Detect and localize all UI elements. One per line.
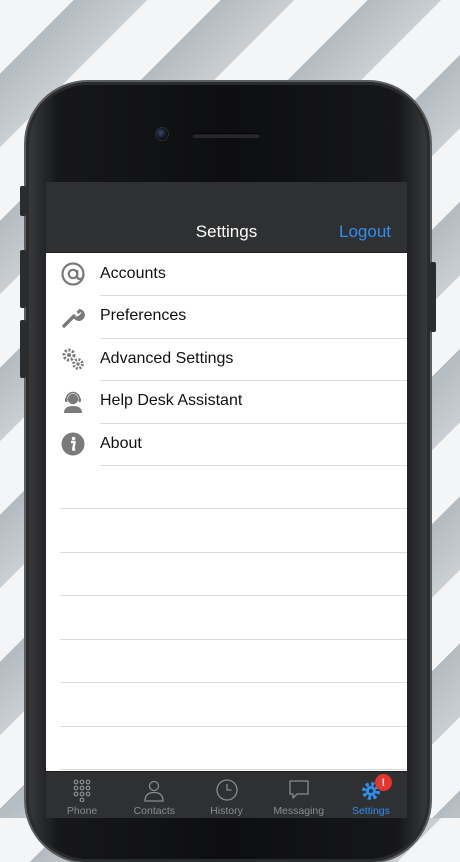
- menu-item-label: Preferences: [100, 295, 407, 339]
- notification-badge: !: [374, 774, 392, 791]
- tab-label: Contacts: [133, 805, 176, 817]
- settings-list: Accounts Preferences Advanced Settings H…: [46, 253, 407, 770]
- tab-phone[interactable]: Phone: [46, 772, 118, 818]
- tab-contacts[interactable]: Contacts: [118, 772, 190, 818]
- tab-label: History: [210, 805, 243, 817]
- mute-switch: [20, 186, 26, 216]
- volume-down-button: [20, 320, 26, 378]
- empty-list-row: [60, 553, 407, 596]
- volume-up-button: [20, 250, 26, 308]
- menu-item-help-desk-assistant[interactable]: Help Desk Assistant: [46, 381, 407, 424]
- empty-list-row: [60, 727, 407, 770]
- earpiece-speaker: [192, 133, 260, 138]
- menu-item-label: Accounts: [100, 253, 407, 296]
- menu-item-accounts[interactable]: Accounts: [46, 253, 407, 296]
- logout-button[interactable]: Logout: [339, 222, 391, 242]
- menu-item-label: About: [100, 423, 407, 466]
- front-camera: [156, 128, 168, 140]
- menu-item-advanced-settings[interactable]: Advanced Settings: [46, 338, 407, 381]
- clock-icon: [215, 779, 238, 801]
- contact-icon: [144, 780, 164, 802]
- info-icon: [60, 431, 86, 457]
- chat-bubble-icon: [289, 780, 309, 799]
- empty-list-row: [60, 640, 407, 683]
- navigation-bar: Settings Logout: [46, 182, 407, 253]
- menu-item-label: Advanced Settings: [100, 338, 407, 381]
- empty-list-row: [60, 466, 407, 509]
- menu-item-preferences[interactable]: Preferences: [46, 296, 407, 339]
- empty-list-row: [60, 596, 407, 640]
- wrench-icon: [60, 304, 86, 330]
- empty-list-row: [60, 509, 407, 553]
- tab-settings[interactable]: ! Settings: [335, 772, 407, 818]
- empty-list-row: [60, 683, 407, 727]
- tab-history[interactable]: History: [190, 772, 262, 818]
- tab-label: Settings: [351, 805, 390, 817]
- keypad-icon: [73, 779, 91, 802]
- tab-label: Phone: [66, 805, 98, 817]
- at-icon: [60, 261, 86, 287]
- power-button: [430, 262, 436, 332]
- tab-label: Messaging: [273, 805, 325, 817]
- tab-messaging[interactable]: Messaging: [263, 772, 335, 818]
- tab-bar: Phone Contacts History Messaging ! Setti…: [46, 771, 407, 818]
- menu-item-about[interactable]: About: [46, 423, 407, 466]
- support-agent-icon: [60, 389, 86, 415]
- app-screen: Settings Logout Accounts Preferences Adv…: [46, 182, 407, 818]
- menu-item-label: Help Desk Assistant: [100, 380, 407, 424]
- gears-icon: [60, 346, 86, 372]
